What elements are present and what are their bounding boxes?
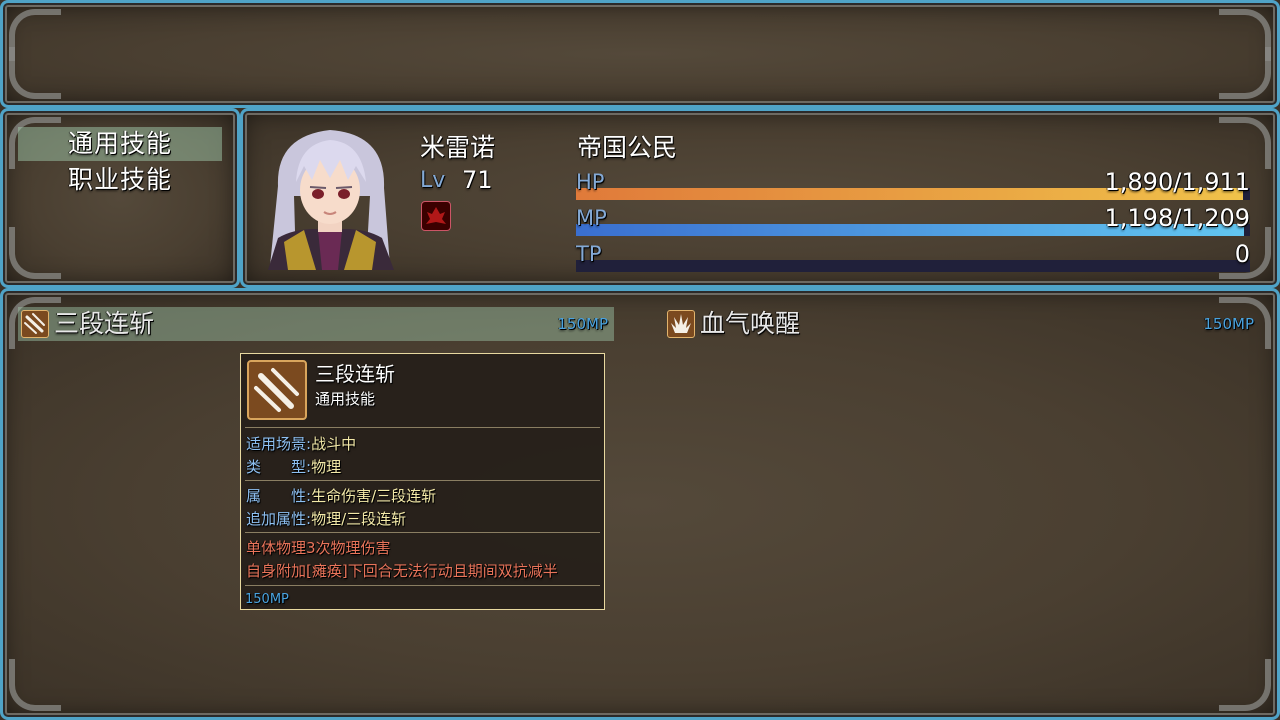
skill-name: 血气唤醒 xyxy=(700,309,801,338)
actor-name: 米雷诺 xyxy=(420,133,496,162)
window-corner-ornament xyxy=(1219,117,1271,169)
tp-value: 0 xyxy=(1234,240,1250,268)
window-corner-ornament xyxy=(1219,47,1271,99)
skill-item-blood-awaken[interactable]: 血气唤醒 150MP xyxy=(664,307,1260,341)
skill-tooltip: 三段连斩 通用技能 适用场景:战斗中 类 型:物理 属 性:生命伤害/三段连斩 … xyxy=(240,353,605,610)
window-corner-ornament xyxy=(9,47,61,99)
window-corner-ornament xyxy=(1219,659,1271,711)
actor-class: 帝国公民 xyxy=(577,133,678,162)
skill-cost: 150MP xyxy=(557,315,608,333)
tooltip-row-scene: 适用场景:战斗中 xyxy=(246,433,356,454)
blood-awaken-icon xyxy=(667,310,695,338)
tooltip-row-value: 生命伤害/三段连斩 xyxy=(311,487,437,505)
hp-value: 1,890/1,911 xyxy=(1104,168,1251,196)
tp-label: TP xyxy=(576,242,602,266)
window-corner-ornament xyxy=(1219,9,1271,61)
mp-gauge: MP 1,198/1,209 xyxy=(576,204,1251,238)
window-corner-ornament xyxy=(9,227,61,279)
window-corner-ornament xyxy=(9,659,61,711)
level-label: Lv xyxy=(420,168,446,193)
tooltip-row-value: 物理 xyxy=(311,458,342,476)
mp-label: MP xyxy=(576,206,607,230)
tooltip-row-extra-attribute: 追加属性:物理/三段连斩 xyxy=(246,508,406,529)
tooltip-row-key: 追加属性 xyxy=(246,510,307,528)
tooltip-divider xyxy=(245,480,600,481)
tooltip-description-2: 自身附加[瘫痪]下回合无法行动且期间双抗减半 xyxy=(246,562,558,580)
skill-name: 三段连斩 xyxy=(54,309,155,338)
tooltip-row-key: 适用场景 xyxy=(246,435,307,453)
tooltip-divider xyxy=(245,585,600,586)
tooltip-row-value: 物理/三段连斩 xyxy=(311,510,407,528)
tooltip-divider xyxy=(245,427,600,428)
triple-slash-icon xyxy=(247,360,307,420)
tooltip-title: 三段连斩 xyxy=(315,362,395,386)
triple-slash-icon xyxy=(21,310,49,338)
tooltip-description-1: 单体物理3次物理伤害 xyxy=(246,539,391,557)
tooltip-row-type: 类 型:物理 xyxy=(246,456,341,477)
hp-gauge: HP 1,890/1,911 xyxy=(576,168,1251,202)
help-window xyxy=(0,0,1280,108)
state-icon xyxy=(421,201,451,231)
skill-item-triple-slash[interactable]: 三段连斩 150MP xyxy=(18,307,614,341)
hp-label: HP xyxy=(576,170,605,194)
skill-list-window xyxy=(0,288,1280,720)
level-value: 71 xyxy=(462,166,493,194)
tooltip-row-value: 战斗中 xyxy=(311,435,357,453)
actor-portrait xyxy=(258,126,402,270)
window-corner-ornament xyxy=(9,9,61,61)
tooltip-row-key: 属 性 xyxy=(246,487,307,505)
skill-cost: 150MP xyxy=(1203,315,1254,333)
mp-value: 1,198/1,209 xyxy=(1104,204,1251,232)
tooltip-row-key: 类 型 xyxy=(246,458,307,476)
tooltip-row-attribute: 属 性:生命伤害/三段连斩 xyxy=(246,485,436,506)
tooltip-cost: 150MP xyxy=(245,592,289,607)
category-class-skills[interactable]: 职业技能 xyxy=(18,163,222,197)
category-general-skills[interactable]: 通用技能 xyxy=(18,127,222,161)
tooltip-divider xyxy=(245,532,600,533)
tp-gauge: TP 0 xyxy=(576,240,1250,274)
tp-gauge-track xyxy=(576,260,1250,272)
tooltip-subtitle: 通用技能 xyxy=(315,390,376,408)
